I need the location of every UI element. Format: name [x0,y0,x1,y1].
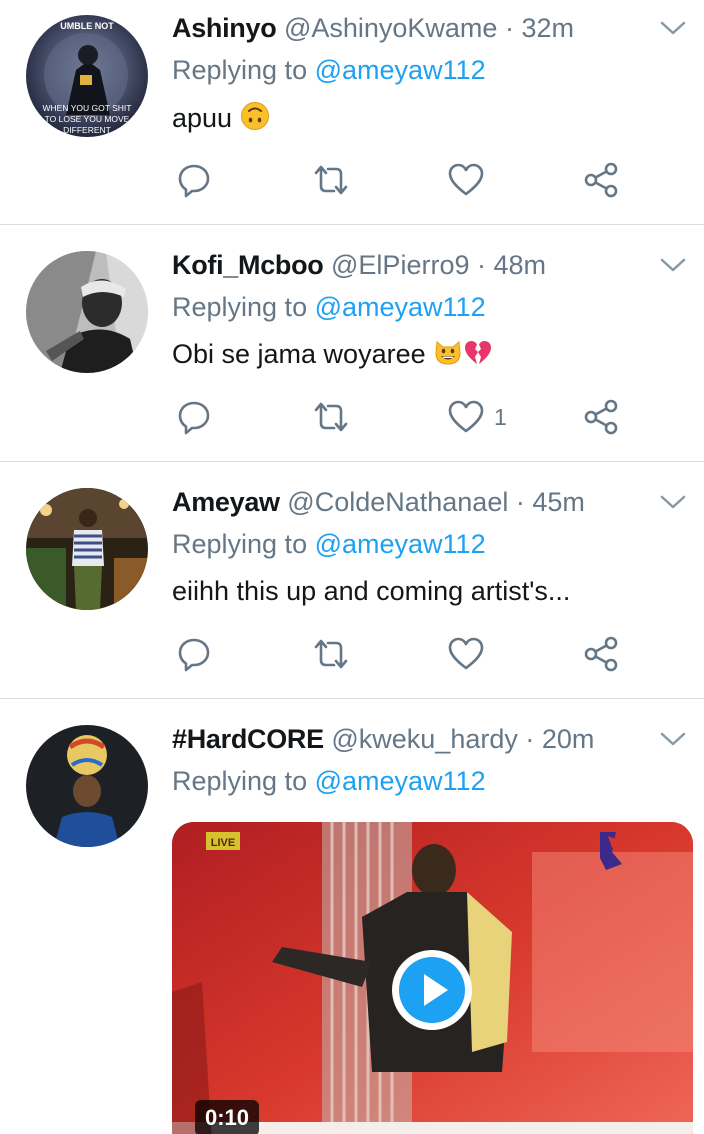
mention-link[interactable]: @ameyaw112 [315,529,486,559]
tweet[interactable]: Kofi_Mcboo @ElPierro9 · 48m Replying to … [0,225,704,462]
display-name[interactable]: Ashinyo [172,13,277,43]
display-name[interactable]: Ameyaw [172,487,280,517]
like-count: 1 [494,403,507,430]
mention-link[interactable]: @ameyaw112 [315,292,486,322]
reply-icon [178,638,210,672]
like-button[interactable]: 1 [446,397,507,437]
broken-heart-emoji [465,341,492,364]
like-icon [448,163,484,196]
mention-link[interactable]: @ameyaw112 [315,55,486,85]
tweet-header: Kofi_Mcboo @ElPierro9 · 48m [172,247,546,283]
replying-to: Replying to @ameyaw112 [172,52,486,88]
tweet-text-content: eiihh this up and coming artist's... [172,576,571,606]
tweet-header: Ashinyo @AshinyoKwame · 32m [172,10,574,46]
tweet-text: Obi se jama woyaree [172,336,493,372]
username[interactable]: @ColdeNathanael [287,487,508,517]
svg-text:WHEN YOU GOT SHIT: WHEN YOU GOT SHIT [43,103,132,113]
mention-link[interactable]: @ameyaw112 [315,766,486,796]
timestamp[interactable]: 48m [493,250,546,280]
share-button[interactable] [582,397,622,437]
caret-down-icon[interactable] [658,18,688,38]
share-button[interactable] [582,160,622,200]
display-name[interactable]: #HardCORE [172,724,324,754]
tweet[interactable]: UMBLE NOT WHEN YOU GOT SHIT TO LOSE YOU … [0,0,704,225]
svg-text:DIFFERENT: DIFFERENT [63,125,111,135]
svg-text:TO LOSE YOU MOVE: TO LOSE YOU MOVE [45,114,130,124]
share-icon [584,162,618,198]
timestamp[interactable]: 45m [532,487,585,517]
avatar[interactable] [26,725,148,847]
retweet-button[interactable] [310,160,352,200]
username[interactable]: @ElPierro9 [331,250,469,280]
tweet-header: #HardCORE @kweku_hardy · 20m [172,721,594,757]
separator-dot: · [517,724,542,754]
caret-down-icon[interactable] [658,492,688,512]
like-icon [448,400,484,433]
video-duration: 0:10 [195,1100,260,1134]
retweet-icon [314,639,348,669]
retweet-button[interactable] [310,397,352,437]
caret-down-icon[interactable] [658,255,688,275]
tweet-text: apuu [172,100,270,136]
tweet-actions [172,634,632,674]
share-icon [584,636,618,672]
replying-to: Replying to @ameyaw112 [172,289,486,325]
reply-icon [178,401,210,435]
tweet-actions [172,160,632,200]
tweet-text-content: apuu [172,103,233,133]
replying-to: Replying to @ameyaw112 [172,763,486,799]
replying-to-label: Replying to [172,766,315,796]
separator-dot: · [497,13,522,43]
like-button[interactable] [446,160,494,200]
replying-to-label: Replying to [172,529,315,559]
reply-button[interactable] [174,634,214,674]
replying-to-label: Replying to [172,55,315,85]
separator-dot: · [508,487,533,517]
replying-to: Replying to @ameyaw112 [172,526,486,562]
caret-down-icon[interactable] [658,729,688,749]
tweet-text-content: Obi se jama woyaree [172,339,426,369]
display-name[interactable]: Kofi_Mcboo [172,250,324,280]
like-button[interactable] [446,634,494,674]
username[interactable]: @kweku_hardy [331,724,518,754]
replying-to-label: Replying to [172,292,315,322]
upside-down-face-emoji [240,102,269,130]
share-icon [584,399,618,435]
avatar[interactable]: UMBLE NOT WHEN YOU GOT SHIT TO LOSE YOU … [26,15,148,137]
avatar[interactable] [26,488,148,610]
avatar-caption-top: UMBLE NOT [60,21,114,31]
retweet-icon [314,165,348,195]
timestamp[interactable]: 32m [521,13,574,43]
tweet[interactable]: Ameyaw @ColdeNathanael · 45m Replying to… [0,462,704,699]
play-button[interactable] [390,948,474,1032]
avatar[interactable] [26,251,148,373]
retweet-icon [314,402,348,432]
tweet-text: eiihh this up and coming artist's... [172,573,570,609]
play-icon [392,950,472,1030]
grinning-cat-emoji [435,341,461,365]
live-badge: LIVE [211,837,235,849]
username[interactable]: @AshinyoKwame [284,13,498,43]
reply-button[interactable] [174,397,214,437]
tweet-actions: 1 [172,397,632,437]
separator-dot: · [469,250,494,280]
retweet-button[interactable] [310,634,352,674]
reply-icon [178,164,210,198]
share-button[interactable] [582,634,622,674]
reply-button[interactable] [174,160,214,200]
like-icon [448,637,484,670]
timestamp[interactable]: 20m [542,724,595,754]
tweet-header: Ameyaw @ColdeNathanael · 45m [172,484,585,520]
